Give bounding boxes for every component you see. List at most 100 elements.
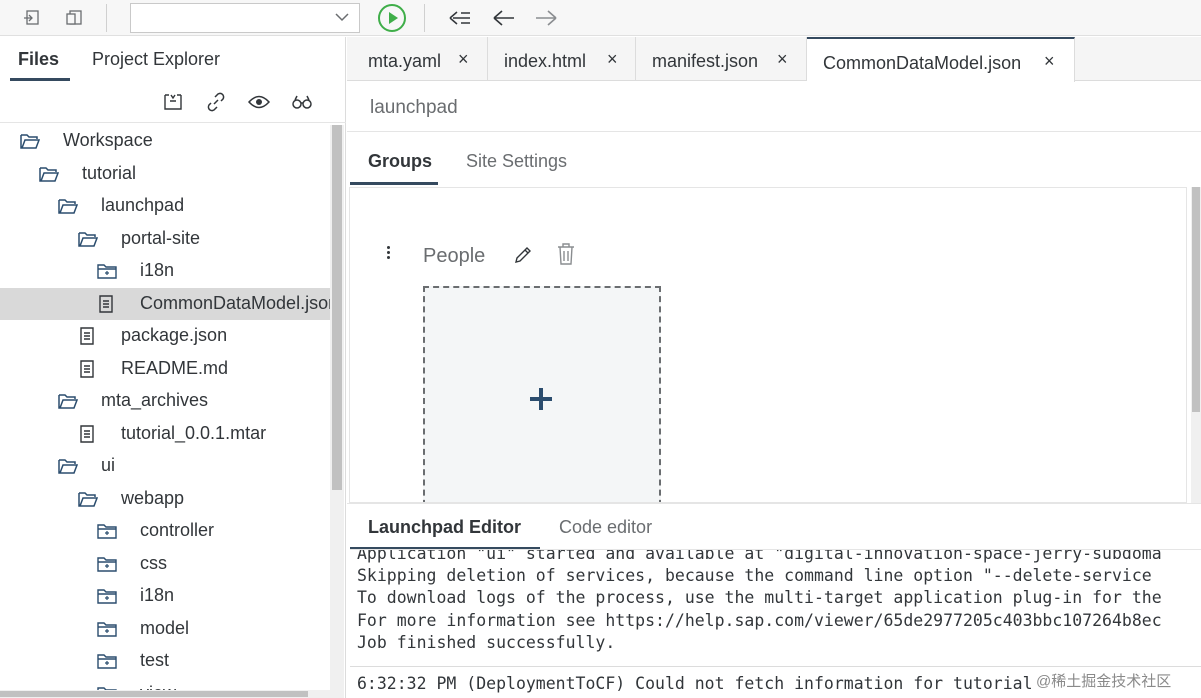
tree-item-label: css bbox=[140, 552, 167, 573]
folder-open-icon bbox=[39, 165, 60, 183]
console-line: Job finished successfully. bbox=[357, 633, 616, 652]
editor-tab-manifest-json[interactable]: manifest.json × bbox=[636, 37, 807, 81]
tree-item-label: launchpad bbox=[101, 195, 185, 215]
folder-open-icon bbox=[58, 457, 79, 475]
tree-item[interactable]: controller bbox=[0, 515, 330, 547]
tree-item-label: tutorial bbox=[82, 162, 137, 183]
run-button[interactable] bbox=[378, 4, 406, 32]
tree-item-label: model bbox=[140, 617, 190, 638]
close-icon[interactable]: × bbox=[458, 49, 469, 70]
tree-item[interactable]: i18n bbox=[0, 580, 330, 612]
tree-item[interactable]: Workspace bbox=[0, 125, 330, 157]
editor-tab-common-data-model-json[interactable]: CommonDataModel.json × bbox=[807, 37, 1075, 82]
delete-trash-icon[interactable] bbox=[555, 242, 577, 266]
group-menu-icon[interactable] bbox=[385, 244, 393, 266]
scrollbar-thumb[interactable] bbox=[0, 691, 308, 697]
console-status-line: 6:32:32 PM (DeploymentToCF) Could not fe… bbox=[357, 674, 1033, 693]
page-title: launchpad bbox=[370, 97, 458, 118]
watermark: @稀土掘金技术社区 bbox=[1036, 673, 1172, 690]
tab-launchpad-editor[interactable]: Launchpad Editor bbox=[368, 517, 521, 538]
editor-tab-label: manifest.json bbox=[652, 51, 759, 71]
toolbar-separator bbox=[424, 4, 425, 32]
folder-closed-icon bbox=[97, 262, 117, 280]
tree-item-label: ui bbox=[101, 455, 116, 475]
tree-item-label: mta_archives bbox=[101, 390, 209, 410]
scrollbar-thumb[interactable] bbox=[1192, 187, 1200, 412]
tree-item[interactable]: webapp bbox=[0, 483, 330, 515]
tree-item[interactable]: test bbox=[0, 645, 330, 677]
tree-item-label: tutorial_0.0.1.mtar bbox=[121, 422, 267, 443]
tab-files[interactable]: Files bbox=[18, 49, 59, 70]
folder-open-icon bbox=[58, 392, 79, 410]
tree-item[interactable]: package.json bbox=[0, 320, 330, 352]
tree-item-label: CommonDataModel.json bbox=[140, 292, 330, 313]
forward-icon[interactable] bbox=[534, 6, 558, 30]
scrollbar-thumb[interactable] bbox=[332, 125, 342, 490]
tree-item[interactable]: model bbox=[0, 613, 330, 645]
tree-item[interactable]: CommonDataModel.json bbox=[0, 287, 330, 320]
main-toolbar bbox=[0, 0, 1201, 36]
console-line: To download logs of the process, use the… bbox=[357, 588, 1162, 607]
previous-change-icon[interactable] bbox=[448, 6, 472, 30]
console-line: Application "ui" started and available a… bbox=[357, 549, 1162, 563]
folder-open-icon bbox=[78, 230, 99, 248]
search-binoculars-icon[interactable] bbox=[291, 91, 313, 113]
tree-item-label: README.md bbox=[121, 357, 229, 378]
editor-mode-tabs: Launchpad Editor Code editor bbox=[347, 503, 1201, 550]
tree-vertical-scrollbar[interactable] bbox=[330, 125, 344, 698]
folder-closed-icon bbox=[97, 587, 117, 605]
tab-groups[interactable]: Groups bbox=[368, 151, 432, 172]
tab-code-editor[interactable]: Code editor bbox=[559, 517, 652, 538]
folder-open-icon bbox=[58, 197, 79, 215]
tree-item[interactable]: css bbox=[0, 548, 330, 580]
tree-item-label: portal-site bbox=[121, 227, 201, 248]
tab-site-settings[interactable]: Site Settings bbox=[466, 151, 567, 172]
explorer-tabs: Files Project Explorer bbox=[0, 37, 346, 81]
editor-area: mta.yaml × index.html × manifest.json × … bbox=[347, 37, 1201, 698]
tree-item-label: webapp bbox=[121, 487, 185, 508]
folder-closed-icon bbox=[97, 620, 117, 638]
tree-item[interactable]: launchpad bbox=[0, 190, 330, 222]
file-icon bbox=[78, 359, 98, 378]
collapse-all-icon[interactable] bbox=[162, 91, 184, 113]
folder-open-icon bbox=[78, 490, 99, 508]
link-with-editor-icon[interactable] bbox=[205, 91, 227, 113]
tree-item-label: view bbox=[140, 683, 176, 691]
tree-item[interactable]: i18n bbox=[0, 255, 330, 287]
tree-item[interactable]: view bbox=[0, 678, 330, 691]
tree-item[interactable]: tutorial_0.0.1.mtar bbox=[0, 418, 330, 450]
chevron-down-icon bbox=[335, 13, 349, 22]
launchpad-subtabs: Groups Site Settings bbox=[347, 133, 1201, 187]
explorer-actions bbox=[0, 81, 346, 123]
console-line: For more information see https://help.sa… bbox=[357, 611, 1162, 630]
editor-tab-mta-yaml[interactable]: mta.yaml × bbox=[347, 37, 488, 81]
edit-pencil-icon[interactable] bbox=[513, 245, 533, 265]
close-icon[interactable]: × bbox=[1044, 51, 1055, 72]
run-config-dropdown[interactable] bbox=[130, 3, 360, 33]
tab-project-explorer[interactable]: Project Explorer bbox=[92, 49, 220, 70]
folder-closed-icon bbox=[97, 522, 117, 540]
canvas-vertical-scrollbar[interactable] bbox=[1191, 187, 1201, 503]
editor-title-bar: launchpad bbox=[347, 82, 1201, 132]
tree-item[interactable]: ui bbox=[0, 450, 330, 482]
back-icon[interactable] bbox=[492, 6, 516, 30]
tree-item[interactable]: mta_archives bbox=[0, 385, 330, 417]
undo-icon[interactable] bbox=[20, 6, 44, 30]
file-icon bbox=[78, 327, 98, 345]
folder-closed-icon bbox=[97, 652, 117, 670]
folder-closed-icon bbox=[97, 555, 117, 573]
group-title[interactable]: People bbox=[423, 245, 485, 268]
tree-horizontal-scrollbar[interactable] bbox=[0, 690, 330, 698]
file-icon bbox=[97, 294, 117, 313]
editor-tab-index-html[interactable]: index.html × bbox=[488, 37, 636, 81]
file-explorer-panel: Files Project Explorer Workspace tutorial… bbox=[0, 37, 346, 698]
tree-item[interactable]: portal-site bbox=[0, 223, 330, 255]
show-hidden-icon[interactable] bbox=[248, 91, 270, 113]
close-icon[interactable]: × bbox=[607, 49, 618, 70]
tree-item[interactable]: README.md bbox=[0, 353, 330, 385]
add-tile-placeholder[interactable] bbox=[423, 286, 661, 502]
redo-icon[interactable] bbox=[62, 6, 86, 30]
close-icon[interactable]: × bbox=[777, 49, 788, 70]
tree-item[interactable]: tutorial bbox=[0, 158, 330, 190]
editor-tabs: mta.yaml × index.html × manifest.json × … bbox=[347, 37, 1201, 82]
